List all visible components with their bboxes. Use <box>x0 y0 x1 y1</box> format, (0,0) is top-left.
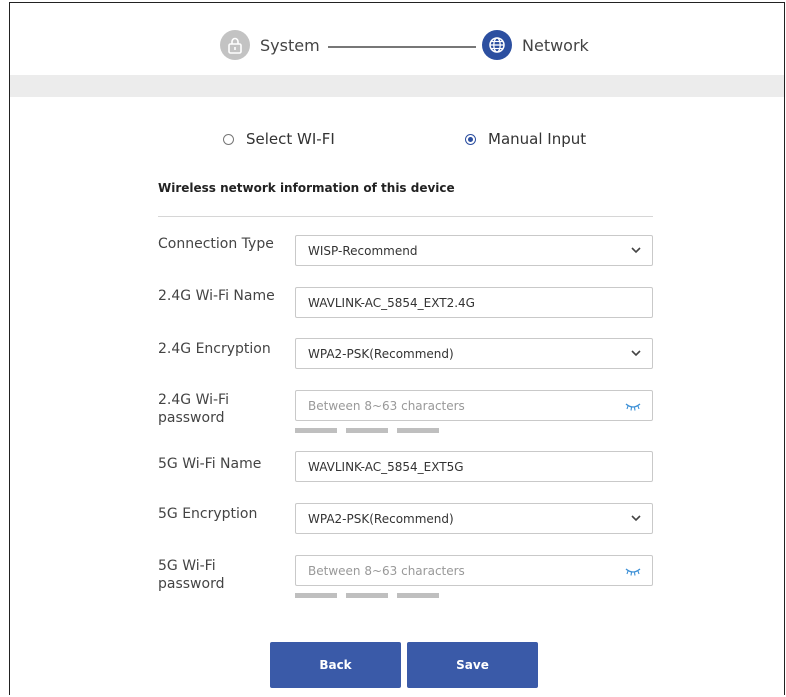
radio-label-manual-input: Manual Input <box>488 130 587 148</box>
pass24-input[interactable]: Between 8~63 characters <box>295 390 653 421</box>
pass24-placeholder: Between 8~63 characters <box>308 398 465 413</box>
chevron-down-icon <box>631 247 641 254</box>
eye-closed-icon[interactable] <box>624 400 642 412</box>
connection-type-select[interactable]: WISP-Recommend <box>295 235 653 266</box>
enc5-label: 5G Encryption <box>158 506 258 522</box>
wifi24-name-input[interactable]: WAVLINK-AC_5854_EXT2.4G <box>295 287 653 318</box>
password-strength-meter <box>295 593 439 598</box>
section-title: Wireless network information of this dev… <box>158 181 455 195</box>
wifi24-name-value: WAVLINK-AC_5854_EXT2.4G <box>308 295 475 310</box>
connection-type-value: WISP-Recommend <box>308 243 418 258</box>
step-connector <box>328 46 476 48</box>
pass5-input[interactable]: Between 8~63 characters <box>295 555 653 586</box>
lock-icon <box>220 30 250 60</box>
radio-label-select-wifi: Select WI-FI <box>246 130 335 148</box>
wizard-panel: System Network Select WI-FI Manual Input… <box>9 2 785 695</box>
pass24-label: 2.4G Wi-Fi password <box>158 392 229 426</box>
setup-stepper: System Network <box>10 3 784 75</box>
pass5-label: 5G Wi-Fi password <box>158 558 225 592</box>
wifi5-name-label: 5G Wi-Fi Name <box>158 456 262 472</box>
chevron-down-icon <box>631 515 641 522</box>
strength-bar <box>397 428 439 433</box>
step-network: Network <box>482 30 589 60</box>
step-label-system: System <box>260 35 320 55</box>
step-label-network: Network <box>522 35 589 55</box>
chevron-down-icon <box>631 350 641 357</box>
wifi5-name-value: WAVLINK-AC_5854_EXT5G <box>308 459 464 474</box>
globe-icon <box>482 30 512 60</box>
pass5-placeholder: Between 8~63 characters <box>308 563 465 578</box>
strength-bar <box>295 593 337 598</box>
header-divider-band <box>10 75 784 97</box>
radio-select-wifi[interactable]: Select WI-FI <box>223 130 335 148</box>
section-divider <box>158 216 653 217</box>
enc5-select[interactable]: WPA2-PSK(Recommend) <box>295 503 653 534</box>
radio-manual-input[interactable]: Manual Input <box>465 130 586 148</box>
wifi5-name-input[interactable]: WAVLINK-AC_5854_EXT5G <box>295 451 653 482</box>
strength-bar <box>397 593 439 598</box>
eye-closed-icon[interactable] <box>624 565 642 577</box>
radio-button-unchecked[interactable] <box>223 133 234 145</box>
enc24-value: WPA2-PSK(Recommend) <box>308 346 454 361</box>
enc24-select[interactable]: WPA2-PSK(Recommend) <box>295 338 653 369</box>
enc5-value: WPA2-PSK(Recommend) <box>308 511 454 526</box>
step-system: System <box>220 30 320 60</box>
strength-bar <box>295 428 337 433</box>
strength-bar <box>346 593 388 598</box>
wifi24-name-label: 2.4G Wi-Fi Name <box>158 288 275 304</box>
back-button[interactable]: Back <box>270 642 401 688</box>
radio-button-checked[interactable] <box>465 133 476 145</box>
connection-type-label: Connection Type <box>158 236 274 252</box>
password-strength-meter <box>295 428 439 433</box>
save-button[interactable]: Save <box>407 642 538 688</box>
strength-bar <box>346 428 388 433</box>
enc24-label: 2.4G Encryption <box>158 341 271 357</box>
